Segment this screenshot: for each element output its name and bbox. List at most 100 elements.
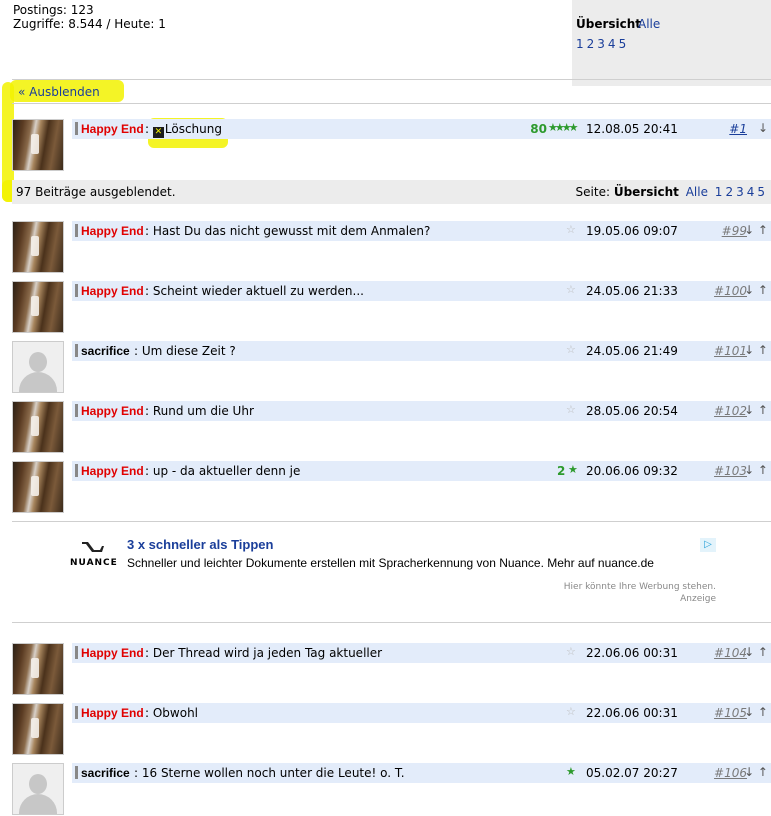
nuance-logo[interactable]: NUANCE [70,540,118,574]
star-outline-icon[interactable]: ☆ [566,645,576,658]
post-nav-arrows[interactable]: ↓ ↑ [744,765,768,779]
post-nav-arrows[interactable]: ↓ ↑ [744,705,768,719]
hide-posts-link[interactable]: « Ausblenden [18,85,100,99]
post-number-link[interactable]: #100 [714,284,747,298]
post-date: 24.05.06 21:33 [586,284,678,298]
nuance-logo-text: NUANCE [70,558,118,568]
star-outline-icon[interactable]: ☆ [566,223,576,236]
page-overview[interactable]: Übersicht [614,185,679,199]
post-number-link[interactable]: #101 [714,344,747,358]
post-header: Happy End : Obwohl ☆ 22.06.06 00:31 #105… [72,703,771,723]
star-outline-icon[interactable]: ☆ [566,403,576,416]
avatar[interactable] [12,703,64,755]
star-outline-icon[interactable]: ☆ [566,343,576,356]
post-number-link[interactable]: #104 [714,646,747,660]
postings-count: Postings: 123 [13,3,94,17]
post-author[interactable]: Happy End [81,122,144,136]
post-nav-arrows[interactable]: ↓ ↑ [744,645,768,659]
post-item: Happy End : Hast Du das nicht gewusst mi… [12,221,771,273]
avatar[interactable] [12,643,64,695]
post-author[interactable]: sacrifice [81,766,130,780]
page-link-1[interactable]: 1 [576,37,584,51]
post-rating: 80 [530,122,547,136]
post-title[interactable]: : Der Thread wird ja jeden Tag aktueller [145,646,382,660]
ad-text[interactable]: Schneller und leichter Dokumente erstell… [127,556,654,570]
post-marker [75,224,78,237]
post-nav-arrows[interactable]: ↓ ↑ [744,283,768,297]
post-number-link[interactable]: #103 [714,464,747,478]
ad-note-text[interactable]: Hier könnte Ihre Werbung stehen. [540,581,716,593]
post-number-link[interactable]: #105 [714,706,747,720]
post-nav-arrows[interactable]: ↓ ↑ [744,463,768,477]
default-avatar[interactable] [12,763,64,815]
overview-pages: 12345 [576,37,629,51]
overview-all-link[interactable]: Alle [638,17,660,31]
post-marker [75,766,78,779]
page-link-1[interactable]: 1 [715,185,723,199]
post-title[interactable]: : Scheint wieder aktuell zu werden... [145,284,364,298]
post-author[interactable]: sacrifice [81,344,130,358]
post-title[interactable]: : Obwohl [145,706,198,720]
post-date: 22.06.06 00:31 [586,706,678,720]
avatar[interactable] [12,281,64,333]
post-author[interactable]: Happy End [81,224,144,238]
post-marker [75,404,78,417]
page-link-5[interactable]: 5 [619,37,627,51]
post-header: sacrifice : Um diese Zeit ? ☆ 24.05.06 2… [72,341,771,361]
post-item: Happy End : Scheint wieder aktuell zu we… [12,281,771,333]
post-title[interactable]: : Um diese Zeit ? [134,344,236,358]
post-nav-arrows[interactable]: ↓ ↑ [744,403,768,417]
avatar[interactable] [12,461,64,513]
post-title[interactable]: : ✕ Löschung [145,122,222,138]
ad-title-link[interactable]: 3 x schneller als Tippen [127,537,273,552]
avatar[interactable] [12,221,64,273]
star-outline-icon[interactable]: ☆ [566,705,576,718]
post-title[interactable]: : Hast Du das nicht gewusst mit dem Anma… [145,224,430,238]
page-link-4[interactable]: 4 [747,185,755,199]
post-nav-arrows[interactable]: ↓ ↑ [744,343,768,357]
star-filled-icon[interactable]: ★ [568,463,578,476]
post-marker [75,646,78,659]
hidden-posts-text: 97 Beiträge ausgeblendet. [16,185,176,199]
ad-note: Hier könnte Ihre Werbung stehen. Anzeige [540,581,716,605]
page-navigation: Seite: Übersicht Alle 12345 [576,185,765,199]
star-filled-icon[interactable]: ★ [566,765,576,778]
overview-box: Übersicht Alle 12345 [572,0,771,86]
post-title[interactable]: : Rund um die Uhr [145,404,254,418]
page-link-3[interactable]: 3 [597,37,605,51]
page-all-link[interactable]: Alle [686,185,708,199]
ad-choices-icon[interactable]: ▷ [700,538,716,552]
post-item: sacrifice : 16 Sterne wollen noch unter … [12,763,771,815]
post-author[interactable]: Happy End [81,404,144,418]
avatar[interactable] [12,401,64,453]
post-author[interactable]: Happy End [81,706,144,720]
post-author[interactable]: Happy End [81,284,144,298]
post-item: Happy End : up - da aktueller denn je 2 … [12,461,771,513]
post-item: sacrifice : Um diese Zeit ? ☆ 24.05.06 2… [12,341,771,393]
default-avatar[interactable] [12,341,64,393]
post-header: Happy End : up - da aktueller denn je 2 … [72,461,771,481]
post-number-link[interactable]: #106 [714,766,747,780]
page-link-3[interactable]: 3 [736,185,744,199]
post-number-link[interactable]: #102 [714,404,747,418]
post-rating: 2 [557,464,566,478]
post-title[interactable]: : up - da aktueller denn je [145,464,300,478]
post-nav-arrows[interactable]: ↓ ↑ [744,223,768,237]
post-number-link[interactable]: #1 [729,122,747,136]
page-link-2[interactable]: 2 [587,37,595,51]
user-stats: Postings: 123 Zugriffe: 8.544 / Heute: 1 [13,3,166,31]
page-link-5[interactable]: 5 [757,185,765,199]
page-link-4[interactable]: 4 [608,37,616,51]
post-marker [75,706,78,719]
post-date: 19.05.06 09:07 [586,224,678,238]
post-date: 12.08.05 20:41 [586,122,678,136]
page-link-2[interactable]: 2 [725,185,733,199]
post-item: Happy End : Der Thread wird ja jeden Tag… [12,643,771,695]
post-author[interactable]: Happy End [81,646,144,660]
post-title[interactable]: : 16 Sterne wollen noch unter die Leute!… [134,766,405,780]
page-label: Seite: [575,185,610,199]
post-nav-arrows[interactable]: ↓ [758,121,768,135]
avatar[interactable] [12,119,64,171]
star-outline-icon[interactable]: ☆ [566,283,576,296]
post-author[interactable]: Happy End [81,464,144,478]
